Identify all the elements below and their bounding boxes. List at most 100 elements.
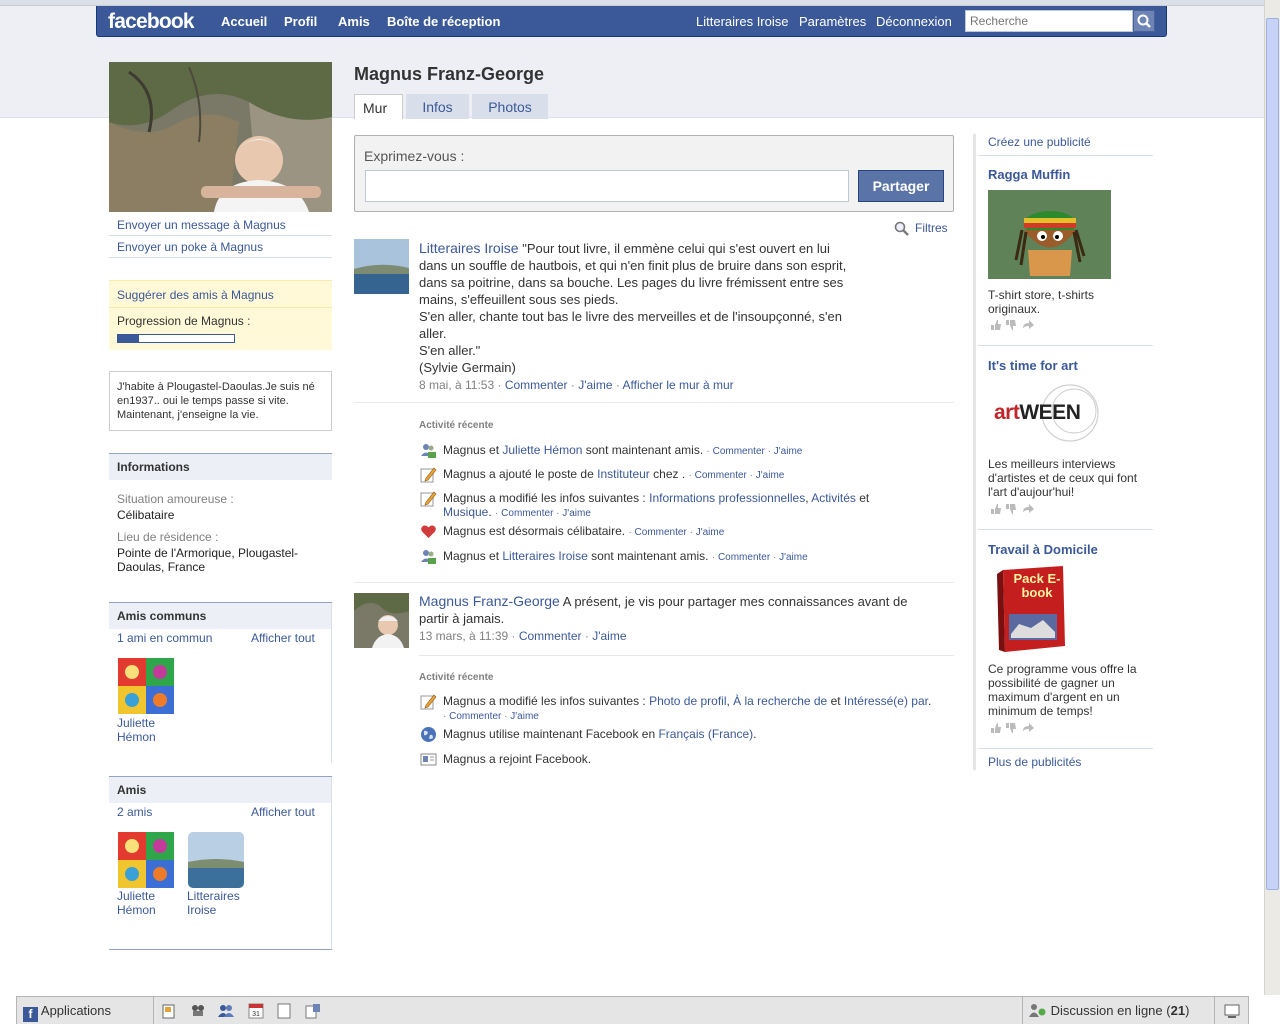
globe-icon [421, 727, 436, 742]
like-link[interactable]: J'aime [779, 552, 808, 563]
story-author[interactable]: Magnus Franz-George [419, 593, 560, 609]
activity-link[interactable]: Informations professionnelles [649, 491, 805, 505]
ad-image-artween[interactable]: artWEEN [988, 381, 1111, 447]
comment-link[interactable]: Commenter [501, 508, 553, 519]
scrollbar-thumb[interactable] [1266, 18, 1279, 890]
search-input[interactable] [965, 10, 1133, 32]
comment-link[interactable]: Commenter [718, 552, 770, 563]
nav-logout[interactable]: Déconnexion [876, 14, 952, 29]
nav-inbox[interactable]: Boîte de réception [387, 14, 500, 29]
tab-info[interactable]: Infos [406, 94, 469, 119]
friend-thumb-juliette[interactable] [118, 658, 174, 714]
activity-link[interactable]: À la recherche de [733, 694, 827, 708]
tab-photos[interactable]: Photos [472, 94, 548, 119]
friend-thumb-juliette[interactable] [118, 832, 174, 888]
ad-image-ebook[interactable]: Pack E-book [995, 566, 1068, 652]
divider [153, 997, 154, 1024]
comment-link[interactable]: Commenter [505, 378, 568, 392]
send-poke-link[interactable]: Envoyer un poke à Magnus [109, 240, 332, 254]
status-input[interactable] [365, 170, 849, 202]
friend-thumb-litteraires[interactable] [188, 832, 244, 888]
bookmark-icon[interactable] [305, 1003, 321, 1019]
window-toggle-icon[interactable] [1223, 1003, 1241, 1019]
nav-account-name[interactable]: Litteraires Iroise [696, 14, 788, 29]
activity-link[interactable]: Activités [811, 491, 856, 505]
like-link[interactable]: J'aime [592, 629, 626, 643]
activity-item: Magnus a modifié les infos suivantes : I… [443, 491, 870, 519]
friend-name-juliette[interactable]: Juliette Hémon [117, 716, 177, 744]
story-body: Litteraires Iroise "Pour tout livre, il … [419, 240, 879, 257]
story-author[interactable]: Litteraires Iroise [419, 240, 519, 256]
activity-link[interactable]: Musique [443, 505, 488, 519]
ad-like-icons[interactable] [990, 319, 1035, 331]
like-link[interactable]: J'aime [696, 527, 725, 538]
like-link[interactable]: J'aime [510, 711, 539, 722]
comment-link[interactable]: Commenter [695, 470, 747, 481]
page-icon[interactable] [276, 1003, 292, 1019]
calendar-icon[interactable]: 31 [248, 1003, 264, 1019]
wall-to-wall-link[interactable]: Afficher le mur à mur [623, 378, 734, 392]
story-timestamp: 8 mai, à 11:53 [419, 378, 495, 392]
comment-link[interactable]: Commenter [635, 527, 687, 538]
friends-icon [421, 550, 436, 564]
ad-title[interactable]: Ragga Muffin [988, 167, 1070, 182]
ad-image-wordmark: artWEEN [994, 401, 1081, 424]
ad-like-icons[interactable] [990, 722, 1035, 734]
create-ad-link[interactable]: Créez une publicité [988, 135, 1091, 149]
applications-label: Applications [40, 1003, 112, 1018]
nav-home[interactable]: Accueil [221, 14, 267, 29]
story-avatar-litteraires[interactable] [354, 239, 409, 294]
notes-icon[interactable] [161, 1003, 177, 1019]
ad-like-icons[interactable] [990, 503, 1035, 515]
activity-link[interactable]: par [911, 694, 928, 708]
progress-label: Progression de Magnus : [117, 314, 251, 328]
friends-see-all-link[interactable]: Afficher tout [251, 805, 331, 819]
send-message-link[interactable]: Envoyer un message à Magnus [109, 218, 332, 232]
activity-link[interactable]: Instituteur [597, 467, 650, 481]
activity-link[interactable]: Français (France) [658, 727, 753, 741]
comment-link[interactable]: Commenter [713, 446, 765, 457]
like-link[interactable]: J'aime [756, 470, 785, 481]
activity-link[interactable]: Intéressé(e) [844, 694, 908, 708]
mutual-see-all-link[interactable]: Afficher tout [251, 631, 331, 645]
tab-wall[interactable]: Mur [354, 94, 403, 119]
friend-name-juliette[interactable]: Juliette Hémon [117, 889, 177, 917]
suggest-friends-link[interactable]: Suggérer des amis à Magnus [109, 288, 332, 302]
story-text-line: dans sa poitrine, dans sa bouche. Les pa… [419, 275, 844, 290]
more-ads-link[interactable]: Plus de publicités [988, 755, 1081, 769]
nav-settings[interactable]: Paramètres [799, 14, 866, 29]
like-link[interactable]: J'aime [578, 378, 612, 392]
video-icon[interactable] [190, 1003, 206, 1019]
like-link[interactable]: J'aime [774, 446, 803, 457]
ad-image-ragga[interactable] [988, 190, 1111, 279]
profile-picture[interactable] [109, 62, 332, 212]
pencil-icon [420, 694, 437, 710]
ads-column-border [973, 134, 976, 770]
activity-link[interactable]: Juliette Hémon [502, 443, 582, 457]
ad-title[interactable]: It's time for art [988, 358, 1078, 373]
thumbs-icon [991, 723, 1034, 733]
online-chat-button[interactable]: Discussion en ligne (21) [1029, 997, 1214, 1024]
share-button[interactable]: Partager [858, 170, 944, 202]
friend-name-litteraires[interactable]: Litteraires Iroise [187, 889, 247, 917]
story-meta: 13 mars, à 11:39 · Commenter · J'aime [419, 629, 627, 643]
comment-link[interactable]: Commenter [449, 711, 501, 722]
comment-link[interactable]: Commenter [519, 629, 582, 643]
friends-icon[interactable] [218, 1003, 234, 1019]
facebook-logo[interactable]: facebook [108, 10, 195, 34]
activity-item: Magnus a modifié les infos suivantes : P… [443, 694, 932, 722]
activity-link[interactable]: Litteraires Iroise [502, 549, 587, 563]
applications-menu[interactable]: f Applications [23, 997, 153, 1024]
story-avatar-magnus[interactable] [354, 593, 409, 648]
online-chat-label: Discussion en ligne [1050, 1003, 1163, 1018]
ad-title[interactable]: Travail à Domicile [988, 542, 1098, 557]
like-link[interactable]: J'aime [562, 508, 591, 519]
story-text-line: S'en aller." [419, 343, 481, 358]
nav-profile[interactable]: Profil [284, 14, 317, 29]
nav-friends[interactable]: Amis [338, 14, 370, 29]
story-meta: 8 mai, à 11:53 · Commenter · J'aime · Af… [419, 378, 734, 392]
divider [978, 748, 1153, 749]
search-button[interactable] [1133, 10, 1155, 32]
activity-link[interactable]: Photo de profil [649, 694, 726, 708]
facebook-icon: f [23, 1007, 38, 1022]
